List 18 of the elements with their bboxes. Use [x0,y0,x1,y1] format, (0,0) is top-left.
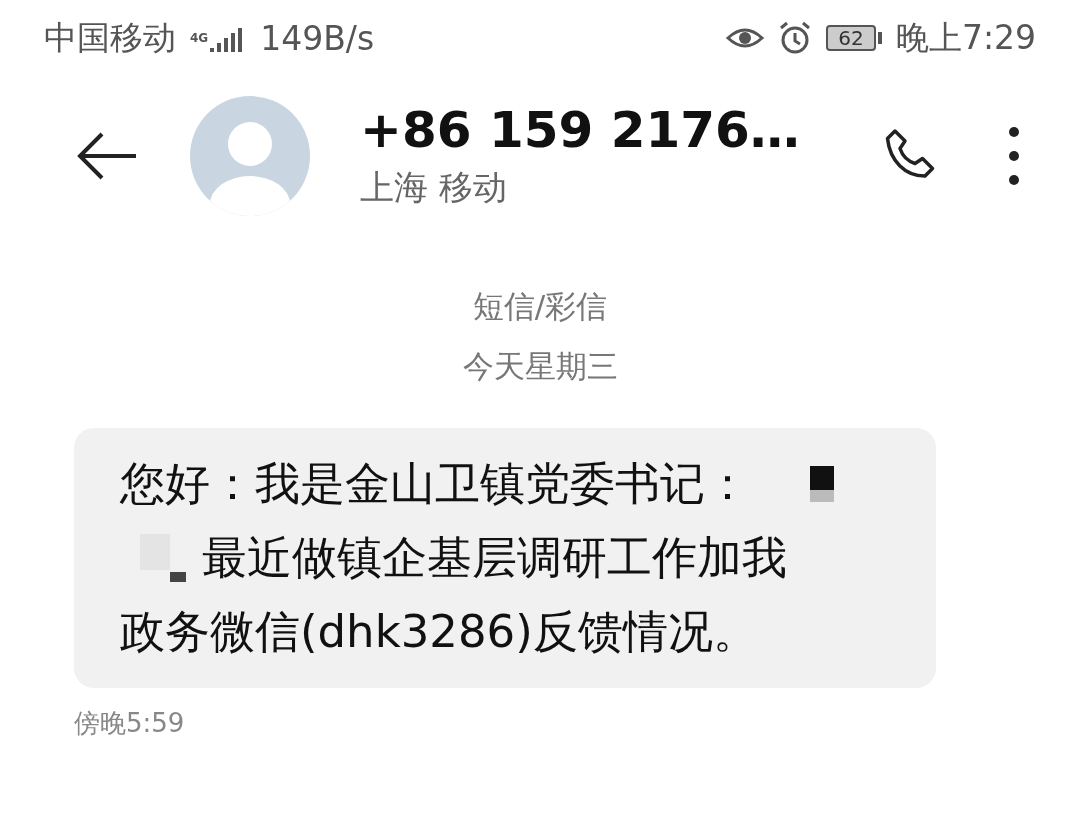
network-speed: 149B/s [260,18,375,58]
back-arrow-icon[interactable] [76,132,138,180]
message-text: 最近做镇企基层调研工作加我 [202,530,787,586]
contact-location: 上海 移动 [360,166,508,209]
date-label: 今天星期三 [462,347,618,386]
message-text: 政务微信(dhk3286)反馈情况。 [120,604,758,660]
redaction-mark-icon [140,534,186,582]
message-type-label: 短信/彩信 [472,287,608,326]
more-options-icon[interactable] [1008,126,1020,186]
redaction-mark-icon [810,466,834,502]
contact-number: +86 159 2176… [360,101,801,159]
message-text: 您好：我是金山卫镇党委书记： [120,456,750,512]
network-type: 4G [190,31,209,45]
carrier-name: 中国移动 [44,16,176,59]
battery-level: 62 [825,25,876,51]
alarm-icon [777,21,812,55]
message-time: 傍晚5:59 [74,707,186,740]
clock-time: 晚上7:29 [895,16,1036,59]
